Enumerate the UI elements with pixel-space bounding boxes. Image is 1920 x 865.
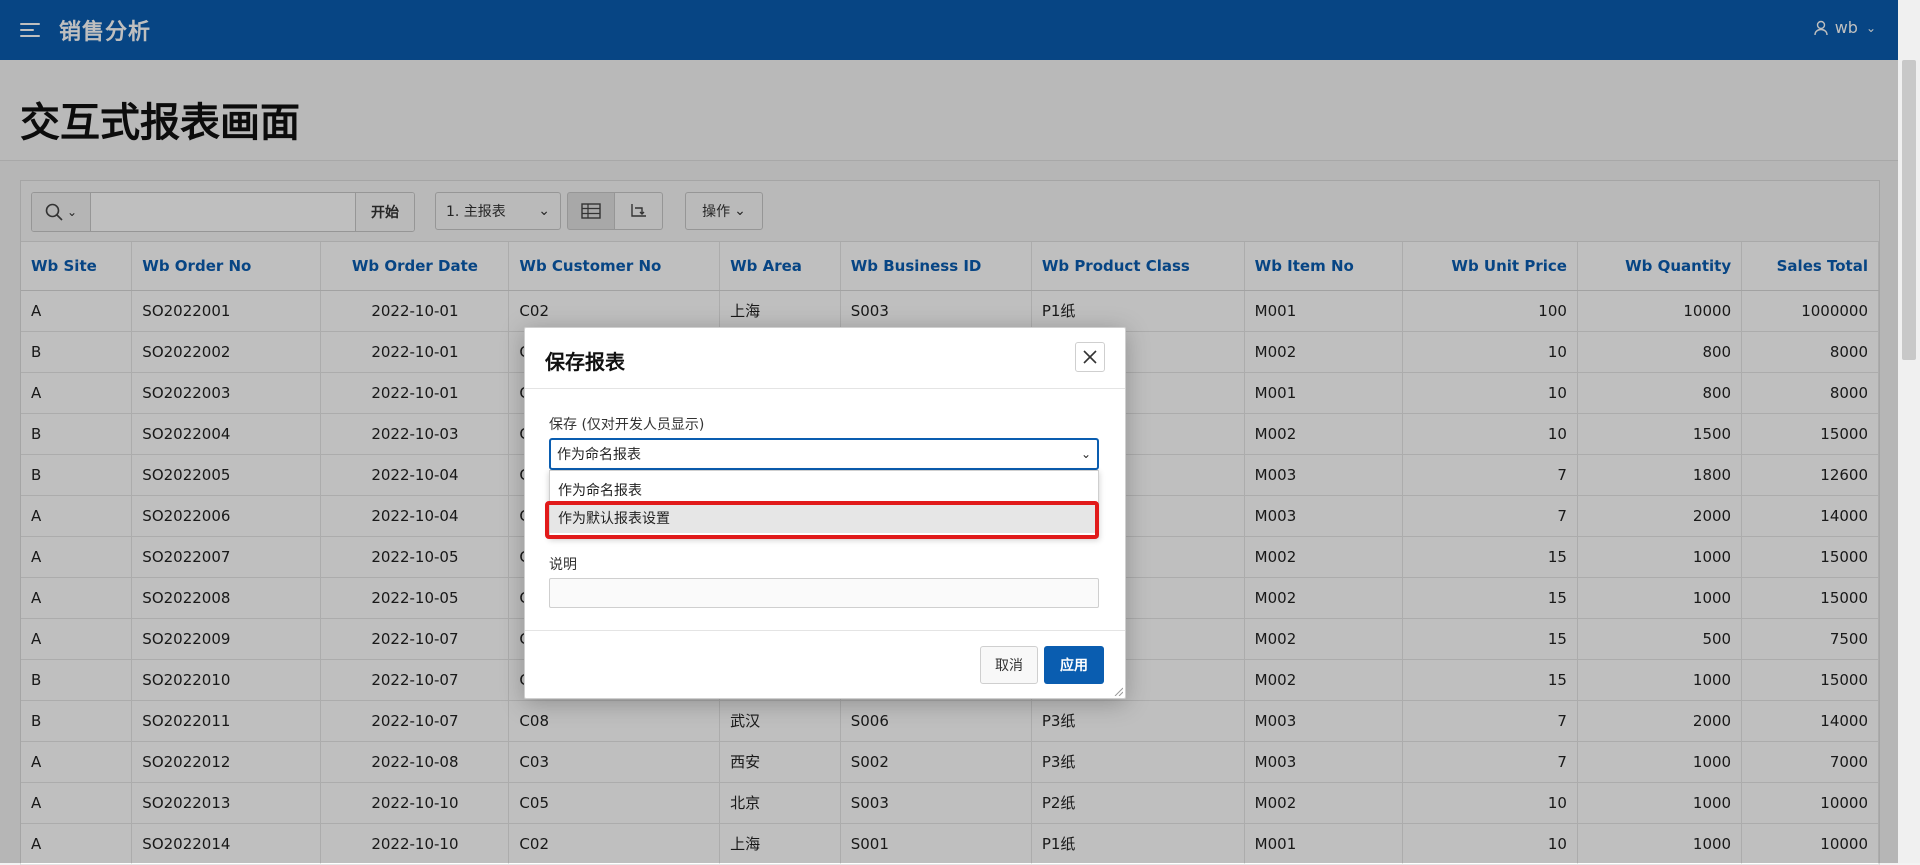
dialog-footer: 取消 应用 xyxy=(525,630,1125,699)
highlight-annotation xyxy=(545,501,1099,539)
description-input[interactable] xyxy=(549,578,1099,608)
apply-button[interactable]: 应用 xyxy=(1044,646,1104,684)
cancel-button[interactable]: 取消 xyxy=(980,646,1038,684)
dialog-header: 保存报表 xyxy=(525,328,1125,389)
resize-handle-icon[interactable] xyxy=(1113,686,1123,696)
close-button[interactable] xyxy=(1075,342,1105,372)
description-label: 说明 xyxy=(549,557,577,573)
dialog-title: 保存报表 xyxy=(545,350,625,374)
save-field-label: 保存 (仅对开发人员显示) xyxy=(549,417,705,433)
chevron-down-icon: ⌄ xyxy=(1080,447,1091,461)
save-type-select[interactable]: 作为命名报表 ⌄ xyxy=(549,438,1099,470)
scrollbar-thumb[interactable] xyxy=(1902,60,1916,360)
vertical-scrollbar[interactable] xyxy=(1898,0,1920,863)
save-type-value: 作为命名报表 xyxy=(557,447,641,463)
close-icon xyxy=(1083,350,1097,364)
save-report-dialog: 保存报表 保存 (仅对开发人员显示) 作为命名报表 ⌄ 作为命名报表 作为默认报… xyxy=(524,327,1126,699)
